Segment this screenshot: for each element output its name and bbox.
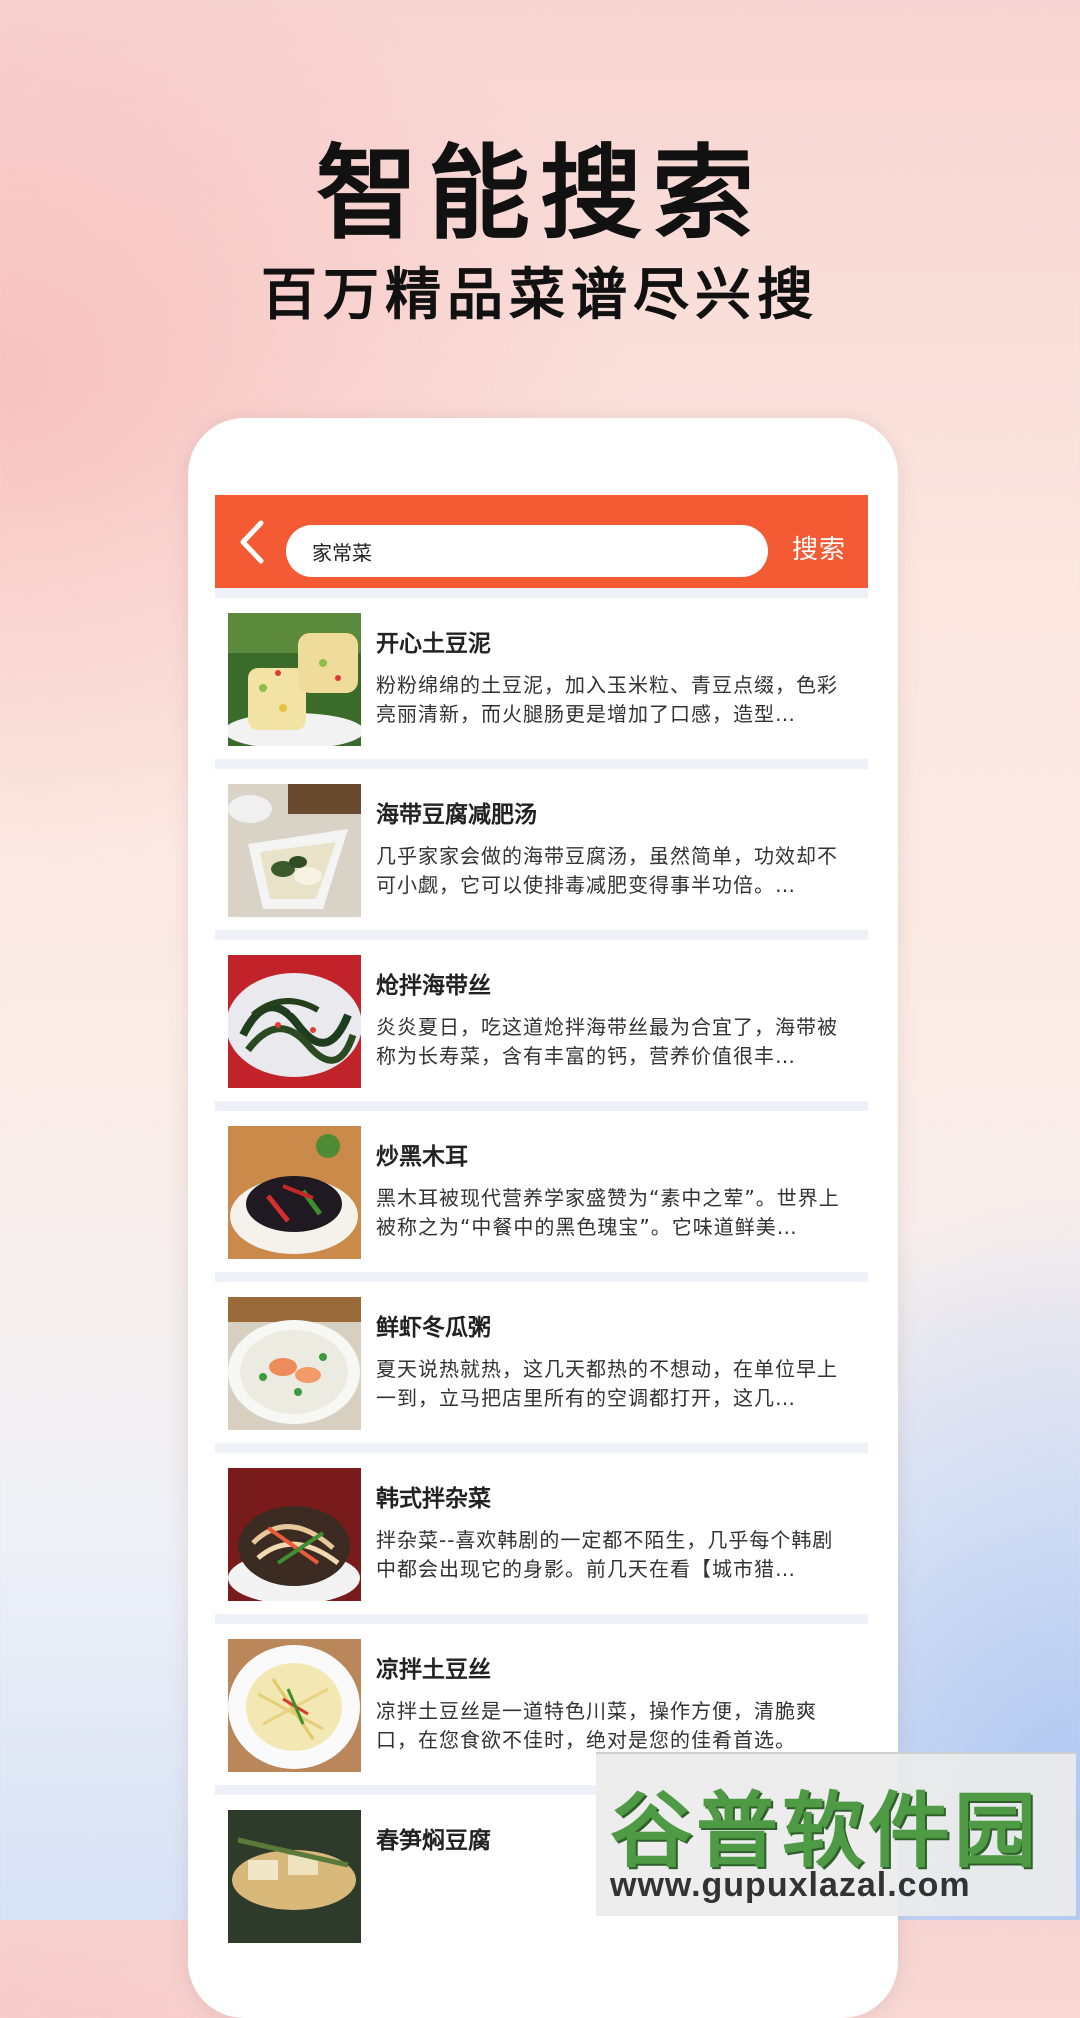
search-bar: 搜索 (215, 495, 868, 588)
recipe-title: 凉拌土豆丝 (376, 1657, 491, 1683)
divider (215, 930, 868, 940)
divider (215, 1101, 868, 1111)
recipe-title: 鲜虾冬瓜粥 (376, 1315, 491, 1341)
list-item[interactable]: 炒黑木耳 黑木耳被现代营养学家盛赞为“素中之荤”。世界上被称之为“中餐中的黑色瑰… (215, 1111, 868, 1272)
search-button[interactable]: 搜索 (792, 529, 846, 566)
recipe-thumbnail (228, 1297, 361, 1430)
divider (215, 1614, 868, 1624)
search-input[interactable] (286, 525, 768, 577)
recipe-description: 黑木耳被现代营养学家盛赞为“素中之荤”。世界上被称之为“中餐中的黑色瑰宝”。它味… (376, 1186, 840, 1239)
recipe-thumbnail (228, 1468, 361, 1601)
list-item[interactable]: 鲜虾冬瓜粥 夏天说热就热，这几天都热的不想动，在单位早上一到，立马把店里所有的空… (215, 1282, 868, 1443)
list-item[interactable]: 韩式拌杂菜 拌杂菜--喜欢韩剧的一定都不陌生，几乎每个韩剧中都会出现它的身影。前… (215, 1453, 868, 1614)
recipe-title: 韩式拌杂菜 (376, 1486, 491, 1512)
back-button[interactable] (233, 517, 273, 567)
chevron-left-icon (240, 520, 264, 564)
watermark-url: www.gupuxlazal.com (610, 1866, 971, 1904)
recipe-description: 凉拌土豆丝是一道特色川菜，操作方便，清脆爽口，在您食欲不佳时，绝对是您的佳肴首选… (376, 1699, 817, 1752)
recipe-title: 炒黑木耳 (376, 1144, 468, 1170)
promo-subtitle: 百万精品菜谱尽兴搜 (261, 263, 819, 328)
recipe-title: 海带豆腐减肥汤 (376, 802, 537, 828)
recipe-description: 粉粉绵绵的土豆泥，加入玉米粒、青豆点缀，色彩亮丽清新，而火腿肠更是增加了口感，造… (376, 673, 838, 726)
recipe-title: 炝拌海带丝 (376, 973, 491, 999)
recipe-thumbnail (228, 613, 361, 746)
recipe-description: 炎炎夏日，吃这道炝拌海带丝最为合宜了，海带被称为长寿菜，含有丰富的钙，营养价值很… (376, 1015, 838, 1068)
divider (215, 1443, 868, 1453)
divider (215, 588, 868, 598)
recipe-title: 春笋焖豆腐 (376, 1828, 491, 1854)
site-watermark: 谷普软件园 www.gupuxlazal.com (596, 1752, 1076, 1916)
list-item[interactable]: 炝拌海带丝 炎炎夏日，吃这道炝拌海带丝最为合宜了，海带被称为长寿菜，含有丰富的钙… (215, 940, 868, 1101)
recipe-thumbnail (228, 1126, 361, 1259)
recipe-thumbnail (228, 955, 361, 1088)
recipe-thumbnail (228, 784, 361, 917)
recipe-description: 夏天说热就热，这几天都热的不想动，在单位早上一到，立马把店里所有的空调都打开，这… (376, 1357, 838, 1410)
recipe-description: 几乎家家会做的海带豆腐汤，虽然简单，功效却不可小觑，它可以使排毒减肥变得事半功倍… (376, 844, 838, 897)
recipe-thumbnail (228, 1810, 361, 1943)
result-list: 开心土豆泥 粉粉绵绵的土豆泥，加入玉米粒、青豆点缀，色彩亮丽清新，而火腿肠更是增… (215, 588, 868, 1956)
recipe-title: 开心土豆泥 (376, 631, 491, 657)
divider (215, 759, 868, 769)
list-item[interactable]: 海带豆腐减肥汤 几乎家家会做的海带豆腐汤，虽然简单，功效却不可小觑，它可以使排毒… (215, 769, 868, 930)
list-item[interactable]: 开心土豆泥 粉粉绵绵的土豆泥，加入玉米粒、青豆点缀，色彩亮丽清新，而火腿肠更是增… (215, 598, 868, 759)
divider (215, 1272, 868, 1282)
recipe-thumbnail (228, 1639, 361, 1772)
recipe-description: 拌杂菜--喜欢韩剧的一定都不陌生，几乎每个韩剧中都会出现它的身影。前几天在看【城… (376, 1528, 834, 1581)
promo-title: 智能搜索 (316, 135, 764, 254)
